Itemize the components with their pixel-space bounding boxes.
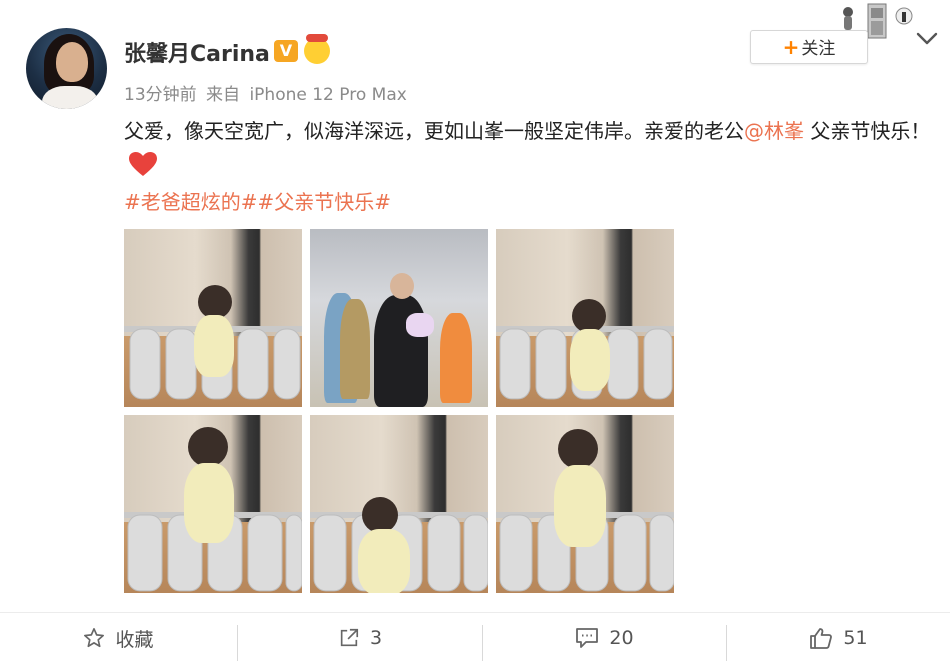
- weibo-post-card: 张馨月Carina V 13分钟前 来自 iPhone 12 Pro Max +…: [0, 0, 950, 662]
- photo-thumbnail[interactable]: [124, 415, 302, 593]
- thumbs-up-icon: [810, 628, 833, 649]
- hashtag-link[interactable]: #父亲节快乐#: [258, 190, 392, 214]
- post-meta: 13分钟前 来自 iPhone 12 Pro Max: [124, 80, 407, 105]
- post-text: 父爱，像天空宽广，似海洋深远，更如山峯一般坚定伟岸。亲爱的老公@林峯 父亲节快乐…: [124, 114, 934, 182]
- verified-badge-icon[interactable]: V: [274, 40, 298, 62]
- hashtag-link[interactable]: #老爸超炫的#: [124, 190, 258, 214]
- share-icon: [340, 628, 359, 647]
- star-icon: [84, 628, 105, 648]
- photo-thumbnail[interactable]: [310, 229, 488, 407]
- favorite-button[interactable]: 收藏: [0, 613, 237, 662]
- username[interactable]: 张馨月Carina: [124, 36, 270, 68]
- follow-label: 关注: [801, 39, 836, 59]
- hashtags: #老爸超炫的##父亲节快乐#: [124, 186, 391, 215]
- post-text-body: 父爱，像天空宽广，似海洋深远，更如山峯一般坚定伟岸。亲爱的老公: [124, 119, 744, 143]
- photo-grid: [124, 229, 674, 593]
- photo-thumbnail[interactable]: [496, 229, 674, 407]
- comment-count: 20: [609, 627, 634, 649]
- chevron-down-icon[interactable]: [914, 26, 940, 50]
- favorite-label: 收藏: [115, 628, 154, 651]
- repost-button[interactable]: 3: [238, 613, 482, 662]
- heart-icon: [129, 152, 157, 176]
- photo-thumbnail[interactable]: [496, 415, 674, 593]
- comment-button[interactable]: 20: [483, 613, 726, 662]
- comment-icon: [576, 628, 599, 648]
- photo-thumbnail[interactable]: [310, 415, 488, 593]
- plus-icon: +: [782, 35, 800, 59]
- mention-link[interactable]: @林峯: [744, 119, 804, 143]
- post-time[interactable]: 13分钟前: [124, 85, 197, 105]
- follow-button[interactable]: + 关注: [750, 30, 868, 64]
- action-bar: 收藏 3 20 51: [0, 612, 950, 662]
- repost-count: 3: [369, 627, 383, 649]
- avatar[interactable]: [26, 28, 107, 109]
- member-badge-icon[interactable]: [304, 34, 330, 64]
- post-text-tail: 父亲节快乐！: [804, 119, 931, 143]
- photo-thumbnail[interactable]: [124, 229, 302, 407]
- post-source-device[interactable]: iPhone 12 Pro Max: [249, 85, 406, 105]
- like-button[interactable]: 51: [727, 613, 950, 662]
- source-prefix: 来自: [206, 85, 241, 105]
- like-count: 51: [843, 627, 868, 649]
